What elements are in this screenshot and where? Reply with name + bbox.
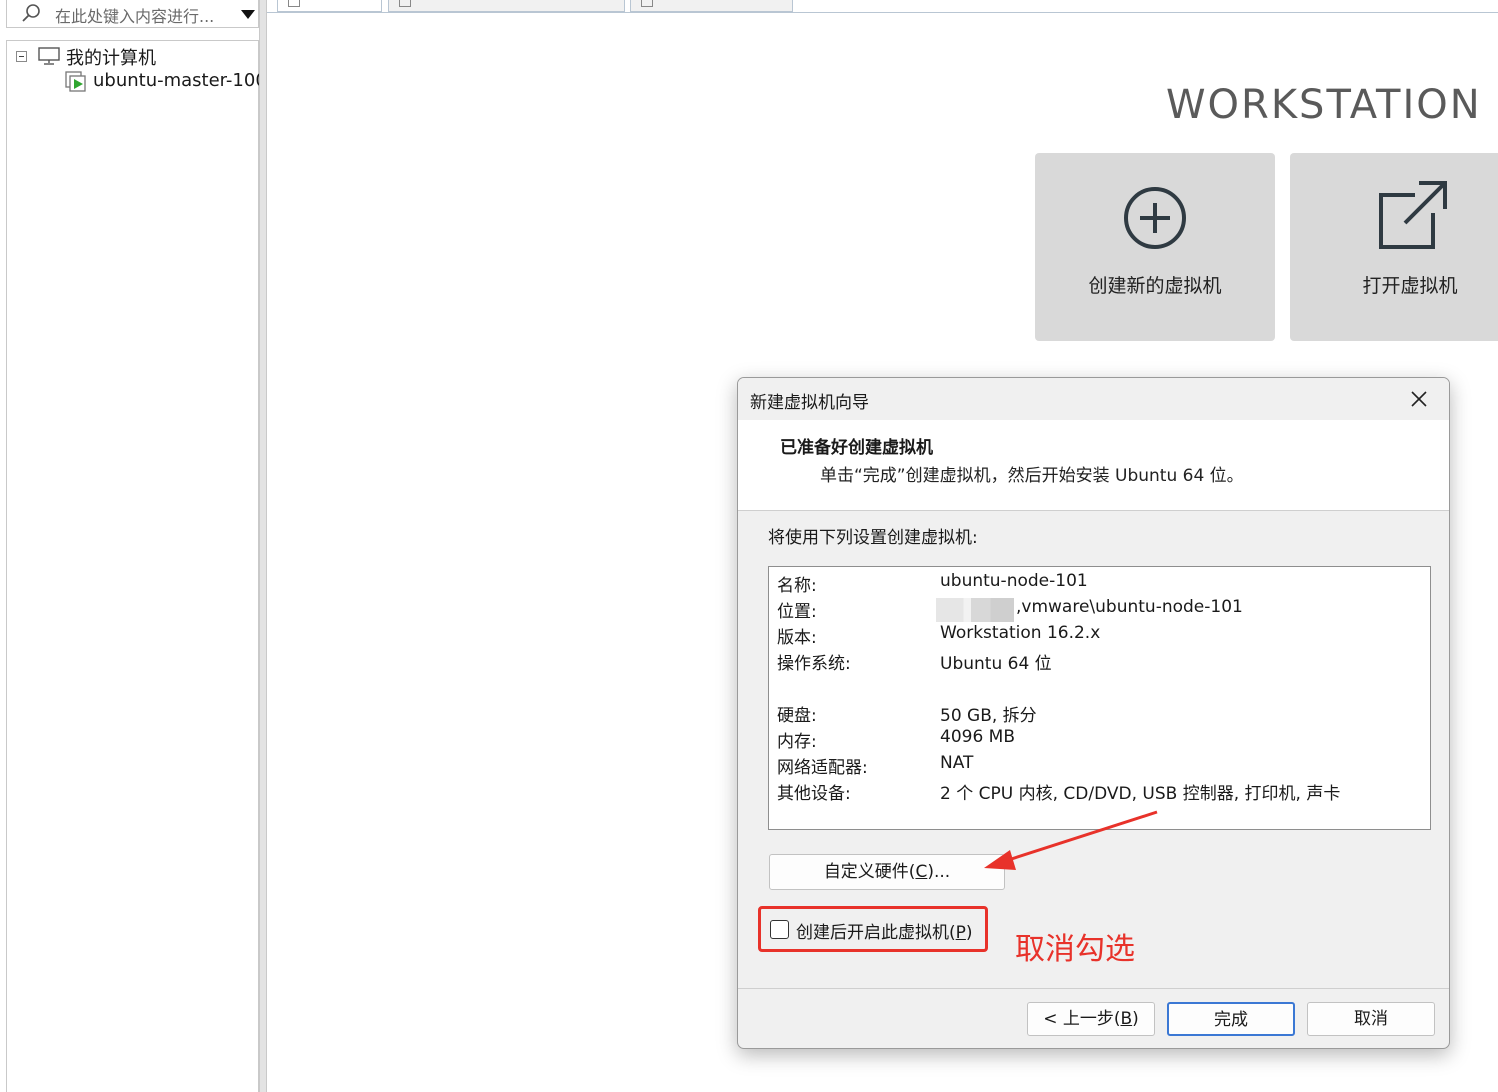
open-vm-tile[interactable]: 打开虚拟机 <box>1290 153 1498 341</box>
back-mnemonic: B <box>1120 1009 1133 1029</box>
setting-key: 版本: <box>777 628 817 648</box>
create-vm-label: 创建新的虚拟机 <box>1088 275 1222 297</box>
finish-button[interactable]: 完成 <box>1167 1002 1295 1036</box>
dialog-header: 已准备好创建虚拟机 单击“完成”创建虚拟机，然后开始安装 Ubuntu 64 位… <box>738 420 1449 511</box>
dialog-titlebar[interactable]: 新建虚拟机向导 <box>738 378 1449 420</box>
dialog-title: 新建虚拟机向导 <box>750 393 869 413</box>
create-vm-tile[interactable]: 创建新的虚拟机 <box>1035 153 1275 341</box>
customize-mnemonic: C <box>915 862 928 882</box>
search-icon <box>22 4 40 22</box>
cancel-button[interactable]: 取消 <box>1307 1002 1435 1036</box>
back-suffix: ) <box>1132 1009 1139 1029</box>
power-on-label[interactable]: 创建后开启此虚拟机(P) <box>796 918 973 943</box>
setting-value: 50 GB, 拆分 <box>940 706 1037 726</box>
power-on-checkbox[interactable] <box>770 920 789 939</box>
header-title: 已准备好创建虚拟机 <box>780 438 933 458</box>
settings-summary: 名称: ubuntu-node-101 位置: ,vmware\ubuntu-n… <box>768 566 1431 830</box>
setting-value: ubuntu-node-101 <box>940 571 1088 591</box>
setting-key: 网络适配器: <box>777 758 868 778</box>
close-icon[interactable] <box>1410 390 1428 408</box>
library-panel: 在此处键入内容进行... 我的计算机 ubuntu-master-100 <box>0 0 262 1092</box>
collapse-icon[interactable] <box>16 51 27 62</box>
search-dropdown-icon[interactable] <box>241 10 255 19</box>
tab-library[interactable] <box>630 0 793 12</box>
setting-key: 位置: <box>777 602 817 622</box>
tab-home[interactable] <box>277 0 382 12</box>
tab-vm[interactable] <box>388 0 625 12</box>
vm-tab-icon <box>399 0 411 7</box>
computer-icon <box>38 47 60 65</box>
annotation-note: 取消勾选 <box>1015 932 1135 967</box>
tree-root-my-computer[interactable]: 我的计算机 <box>66 44 156 70</box>
open-external-icon <box>1379 181 1447 249</box>
setting-value: Workstation 16.2.x <box>940 623 1101 643</box>
setting-key: 名称: <box>777 576 817 596</box>
setting-key: 内存: <box>777 732 817 752</box>
customize-suffix: )... <box>927 862 951 882</box>
back-label: < 上一步( <box>1043 1009 1121 1029</box>
library-search[interactable]: 在此处键入内容进行... <box>6 0 259 28</box>
panel-splitter[interactable] <box>259 0 267 1092</box>
customize-hardware-button[interactable]: 自定义硬件(C)... <box>769 854 1005 890</box>
setting-key: 硬盘: <box>777 706 817 726</box>
power-on-text: 创建后开启此虚拟机( <box>796 923 956 943</box>
home-icon <box>288 0 300 7</box>
customize-label: 自定义硬件( <box>823 862 916 882</box>
dialog-footer: < 上一步(B) 完成 取消 <box>738 988 1449 1048</box>
search-input[interactable]: 在此处键入内容进行... <box>55 3 214 27</box>
location-path: ,vmware\ubuntu-node-101 <box>1016 597 1243 617</box>
brand-wordmark: WORKSTATION <box>1166 82 1482 128</box>
redacted-path-block <box>936 598 1014 622</box>
open-vm-label: 打开虚拟机 <box>1362 275 1458 297</box>
setting-value: NAT <box>940 753 974 773</box>
header-subtitle: 单击“完成”创建虚拟机，然后开始安装 Ubuntu 64 位。 <box>820 466 1244 486</box>
power-on-highlight: 创建后开启此虚拟机(P) <box>758 906 988 952</box>
library-tree: 我的计算机 ubuntu-master-100 <box>6 40 259 1092</box>
plus-circle-icon <box>1124 187 1186 249</box>
setting-value: 4096 MB <box>940 727 1015 747</box>
setting-key: 其他设备: <box>777 784 851 804</box>
settings-caption: 将使用下列设置创建虚拟机: <box>768 528 978 548</box>
setting-key: 操作系统: <box>777 654 851 674</box>
annotation-arrow-icon <box>984 810 1158 870</box>
power-on-mnemonic: P <box>955 923 966 943</box>
back-button[interactable]: < 上一步(B) <box>1027 1002 1155 1036</box>
vm-icon <box>65 71 86 92</box>
tree-item-vm[interactable]: ubuntu-master-100 <box>93 70 259 91</box>
power-on-suffix: ) <box>965 923 973 943</box>
setting-value: 2 个 CPU 内核, CD/DVD, USB 控制器, 打印机, 声卡 <box>940 784 1341 804</box>
tab-icon <box>641 0 653 7</box>
tab-strip <box>267 0 1498 13</box>
setting-value: Ubuntu 64 位 <box>940 654 1052 674</box>
